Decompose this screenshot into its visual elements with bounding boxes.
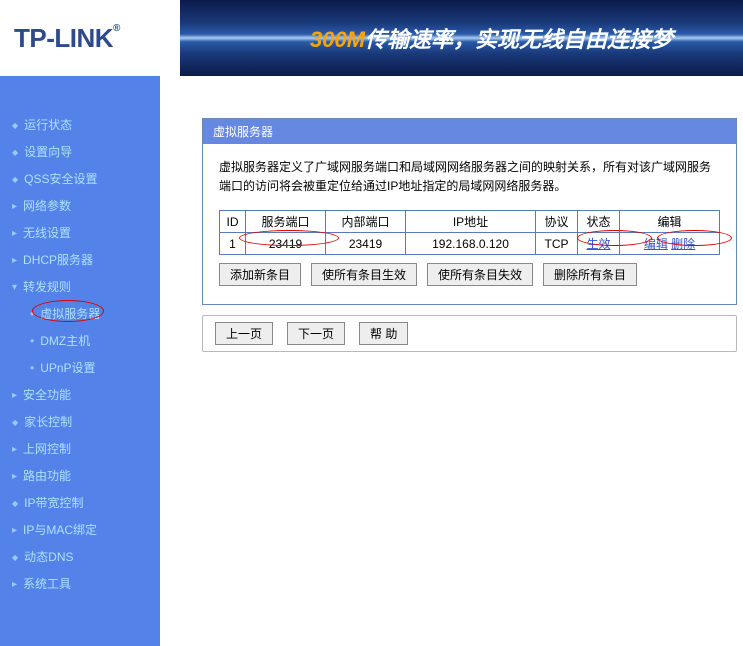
nav-item[interactable]: 安全功能 — [0, 381, 160, 408]
nav-item[interactable]: IP与MAC绑定 — [0, 516, 160, 543]
edit-link[interactable]: 编辑 — [644, 237, 668, 251]
disable-all-button[interactable]: 使所有条目失效 — [427, 263, 533, 286]
action-button-row: 添加新条目 使所有条目生效 使所有条目失效 删除所有条目 — [219, 263, 720, 286]
next-page-button[interactable]: 下一页 — [287, 322, 345, 345]
pager: 上一页 下一页 帮 助 — [202, 315, 737, 352]
nav-item[interactable]: 动态DNS — [0, 543, 160, 570]
nav-item[interactable]: QSS安全设置 — [0, 165, 160, 192]
delete-all-button[interactable]: 删除所有条目 — [543, 263, 637, 286]
sidebar: 运行状态设置向导QSS安全设置网络参数无线设置DHCP服务器转发规则虚拟服务器D… — [0, 76, 160, 646]
nav-item[interactable]: 上网控制 — [0, 435, 160, 462]
virtual-server-panel: 虚拟服务器 虚拟服务器定义了广域网服务端口和局域网网络服务器之间的映射关系，所有… — [202, 118, 737, 305]
logo: TP-LINK® — [14, 23, 120, 54]
nav-item[interactable]: DHCP服务器 — [0, 246, 160, 273]
cell-internal-port: 23419 — [326, 233, 406, 255]
nav-sub-item[interactable]: DMZ主机 — [0, 327, 160, 354]
cell-ip: 192.168.0.120 — [406, 233, 536, 255]
cell-proto: TCP — [536, 233, 578, 255]
prev-page-button[interactable]: 上一页 — [215, 322, 273, 345]
help-button[interactable]: 帮 助 — [359, 322, 408, 345]
nav-sub-item[interactable]: 虚拟服务器 — [0, 300, 160, 327]
nav-item[interactable]: 转发规则 — [0, 273, 160, 300]
nav-item[interactable]: 运行状态 — [0, 111, 160, 138]
panel-description: 虚拟服务器定义了广域网服务端口和局域网网络服务器之间的映射关系，所有对该广域网服… — [219, 158, 720, 196]
virtual-server-table: ID 服务端口 内部端口 IP地址 协议 状态 编辑 1234192341919… — [219, 210, 720, 255]
status-link[interactable]: 生效 — [586, 237, 610, 251]
content: 虚拟服务器 虚拟服务器定义了广域网服务端口和局域网网络服务器之间的映射关系，所有… — [160, 76, 743, 646]
banner-slogan: 300M传输速率，实现无线自由连接梦 — [310, 22, 673, 54]
add-entry-button[interactable]: 添加新条目 — [219, 263, 301, 286]
nav-item[interactable]: 家长控制 — [0, 408, 160, 435]
col-status: 状态 — [578, 211, 620, 233]
panel-title: 虚拟服务器 — [203, 119, 736, 144]
col-service-port: 服务端口 — [246, 211, 326, 233]
col-edit: 编辑 — [620, 211, 720, 233]
nav-item[interactable]: 路由功能 — [0, 462, 160, 489]
col-proto: 协议 — [536, 211, 578, 233]
nav-item[interactable]: 网络参数 — [0, 192, 160, 219]
cell-id: 1 — [220, 233, 246, 255]
col-id: ID — [220, 211, 246, 233]
nav-item[interactable]: 设置向导 — [0, 138, 160, 165]
banner-right: 300M传输速率，实现无线自由连接梦 — [180, 0, 743, 76]
top-banner: TP-LINK® 300M传输速率，实现无线自由连接梦 — [0, 0, 743, 76]
cell-edit: 编辑 删除 — [620, 233, 720, 255]
cell-status: 生效 — [578, 233, 620, 255]
enable-all-button[interactable]: 使所有条目生效 — [311, 263, 417, 286]
col-ip: IP地址 — [406, 211, 536, 233]
table-row: 12341923419192.168.0.120TCP生效编辑 删除 — [220, 233, 720, 255]
nav-item[interactable]: IP带宽控制 — [0, 489, 160, 516]
cell-service-port: 23419 — [246, 233, 326, 255]
delete-link[interactable]: 删除 — [671, 237, 695, 251]
nav-sub-item[interactable]: UPnP设置 — [0, 354, 160, 381]
nav-item[interactable]: 无线设置 — [0, 219, 160, 246]
logo-area: TP-LINK® — [0, 0, 180, 76]
nav-item[interactable]: 系统工具 — [0, 570, 160, 597]
col-internal-port: 内部端口 — [326, 211, 406, 233]
